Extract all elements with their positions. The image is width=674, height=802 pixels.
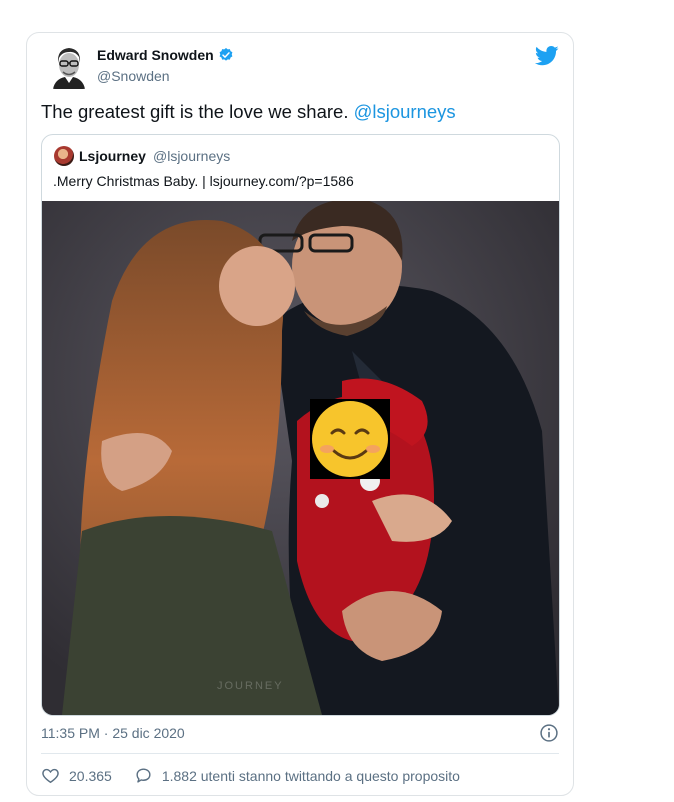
like-button[interactable]: 20.365 [41,766,112,785]
tweet-actions: 20.365 1.882 utenti stanno twittando a q… [41,766,460,785]
author-avatar[interactable] [49,43,89,89]
info-icon[interactable] [539,723,559,743]
photo-watermark: JOURNEY [217,680,284,692]
tweet-timestamp[interactable]: 11:35 PM · 25 dic 2020 [41,725,185,741]
mention-link[interactable]: @lsjourneys [354,101,456,122]
author-name-row[interactable]: Edward Snowden [97,47,234,63]
conversation-count: 1.882 utenti stanno twittando a questo p… [161,767,460,784]
embedded-tweet-card: Edward Snowden @Snowden The greatest gif… [26,32,574,796]
quoted-tweet[interactable]: Lsjourney @lsjourneys .Merry Christmas B… [41,134,560,716]
heart-icon [42,768,59,784]
like-count: 20.365 [69,767,112,784]
twitter-bird-icon[interactable] [535,45,559,67]
verified-badge-icon [219,48,233,61]
author-portrait-image [49,43,89,89]
quoted-author-avatar[interactable] [54,146,74,166]
conversation-link[interactable]: 1.882 utenti stanno twittando a questo p… [134,766,460,785]
tweet-text: The greatest gift is the love we share. … [41,101,456,123]
quoted-tweet-photo[interactable]: JOURNEY [42,201,559,715]
quoted-author-handle[interactable]: @lsjourneys [153,148,230,164]
tweet-body: The greatest gift is the love we share. [41,101,354,122]
couple-holding-baby-photo: JOURNEY [42,201,559,715]
quoted-tweet-text: .Merry Christmas Baby. | lsjourney.com/?… [53,173,354,189]
divider [41,753,559,754]
author-name[interactable]: Edward Snowden [97,47,214,63]
author-handle[interactable]: @Snowden [97,68,170,84]
quoted-author-name[interactable]: Lsjourney [79,148,146,164]
speech-bubble-icon [136,768,151,783]
